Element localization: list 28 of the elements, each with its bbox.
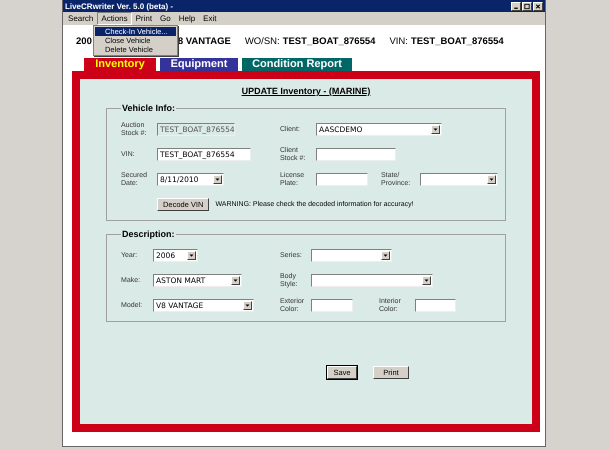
dropdown-field[interactable] bbox=[311, 274, 433, 287]
menu-item[interactable]: Help bbox=[174, 12, 200, 25]
dropdown-field[interactable] bbox=[420, 173, 498, 186]
section-title: Description: bbox=[121, 229, 176, 239]
label: WO/SN: bbox=[244, 36, 280, 46]
dropdown-field[interactable] bbox=[311, 249, 392, 262]
menu-item[interactable]: Exit bbox=[199, 12, 221, 25]
menu-item[interactable]: Actions bbox=[97, 12, 132, 25]
input-field[interactable] bbox=[311, 299, 353, 312]
window-title: LiveCRwriter Ver. 5.0 (beta) - bbox=[65, 2, 174, 10]
section-title: Vehicle Info: bbox=[121, 103, 176, 113]
tab[interactable]: Inventory bbox=[83, 57, 157, 71]
menu-item[interactable]: Print bbox=[132, 12, 156, 25]
input-field[interactable] bbox=[415, 299, 456, 312]
form-title: UPDATE Inventory - (MARINE) bbox=[242, 86, 370, 96]
tab[interactable]: Condition Report bbox=[241, 57, 353, 71]
menu-item[interactable]: Go bbox=[156, 12, 175, 25]
minimize-icon[interactable] bbox=[511, 2, 521, 10]
wo-value: TEST_BOAT_876554 bbox=[282, 36, 376, 46]
vin-value: TEST_BOAT_876554 bbox=[410, 36, 504, 46]
menu-item[interactable]: Search bbox=[64, 12, 98, 25]
tab[interactable]: Equipment bbox=[159, 57, 239, 71]
input-field[interactable] bbox=[316, 173, 368, 186]
label: VIN: bbox=[389, 36, 408, 46]
vehicle-text: 200 bbox=[76, 36, 92, 46]
maximize-icon[interactable] bbox=[522, 2, 532, 10]
input-field[interactable] bbox=[316, 148, 396, 161]
close-icon[interactable] bbox=[533, 2, 543, 10]
